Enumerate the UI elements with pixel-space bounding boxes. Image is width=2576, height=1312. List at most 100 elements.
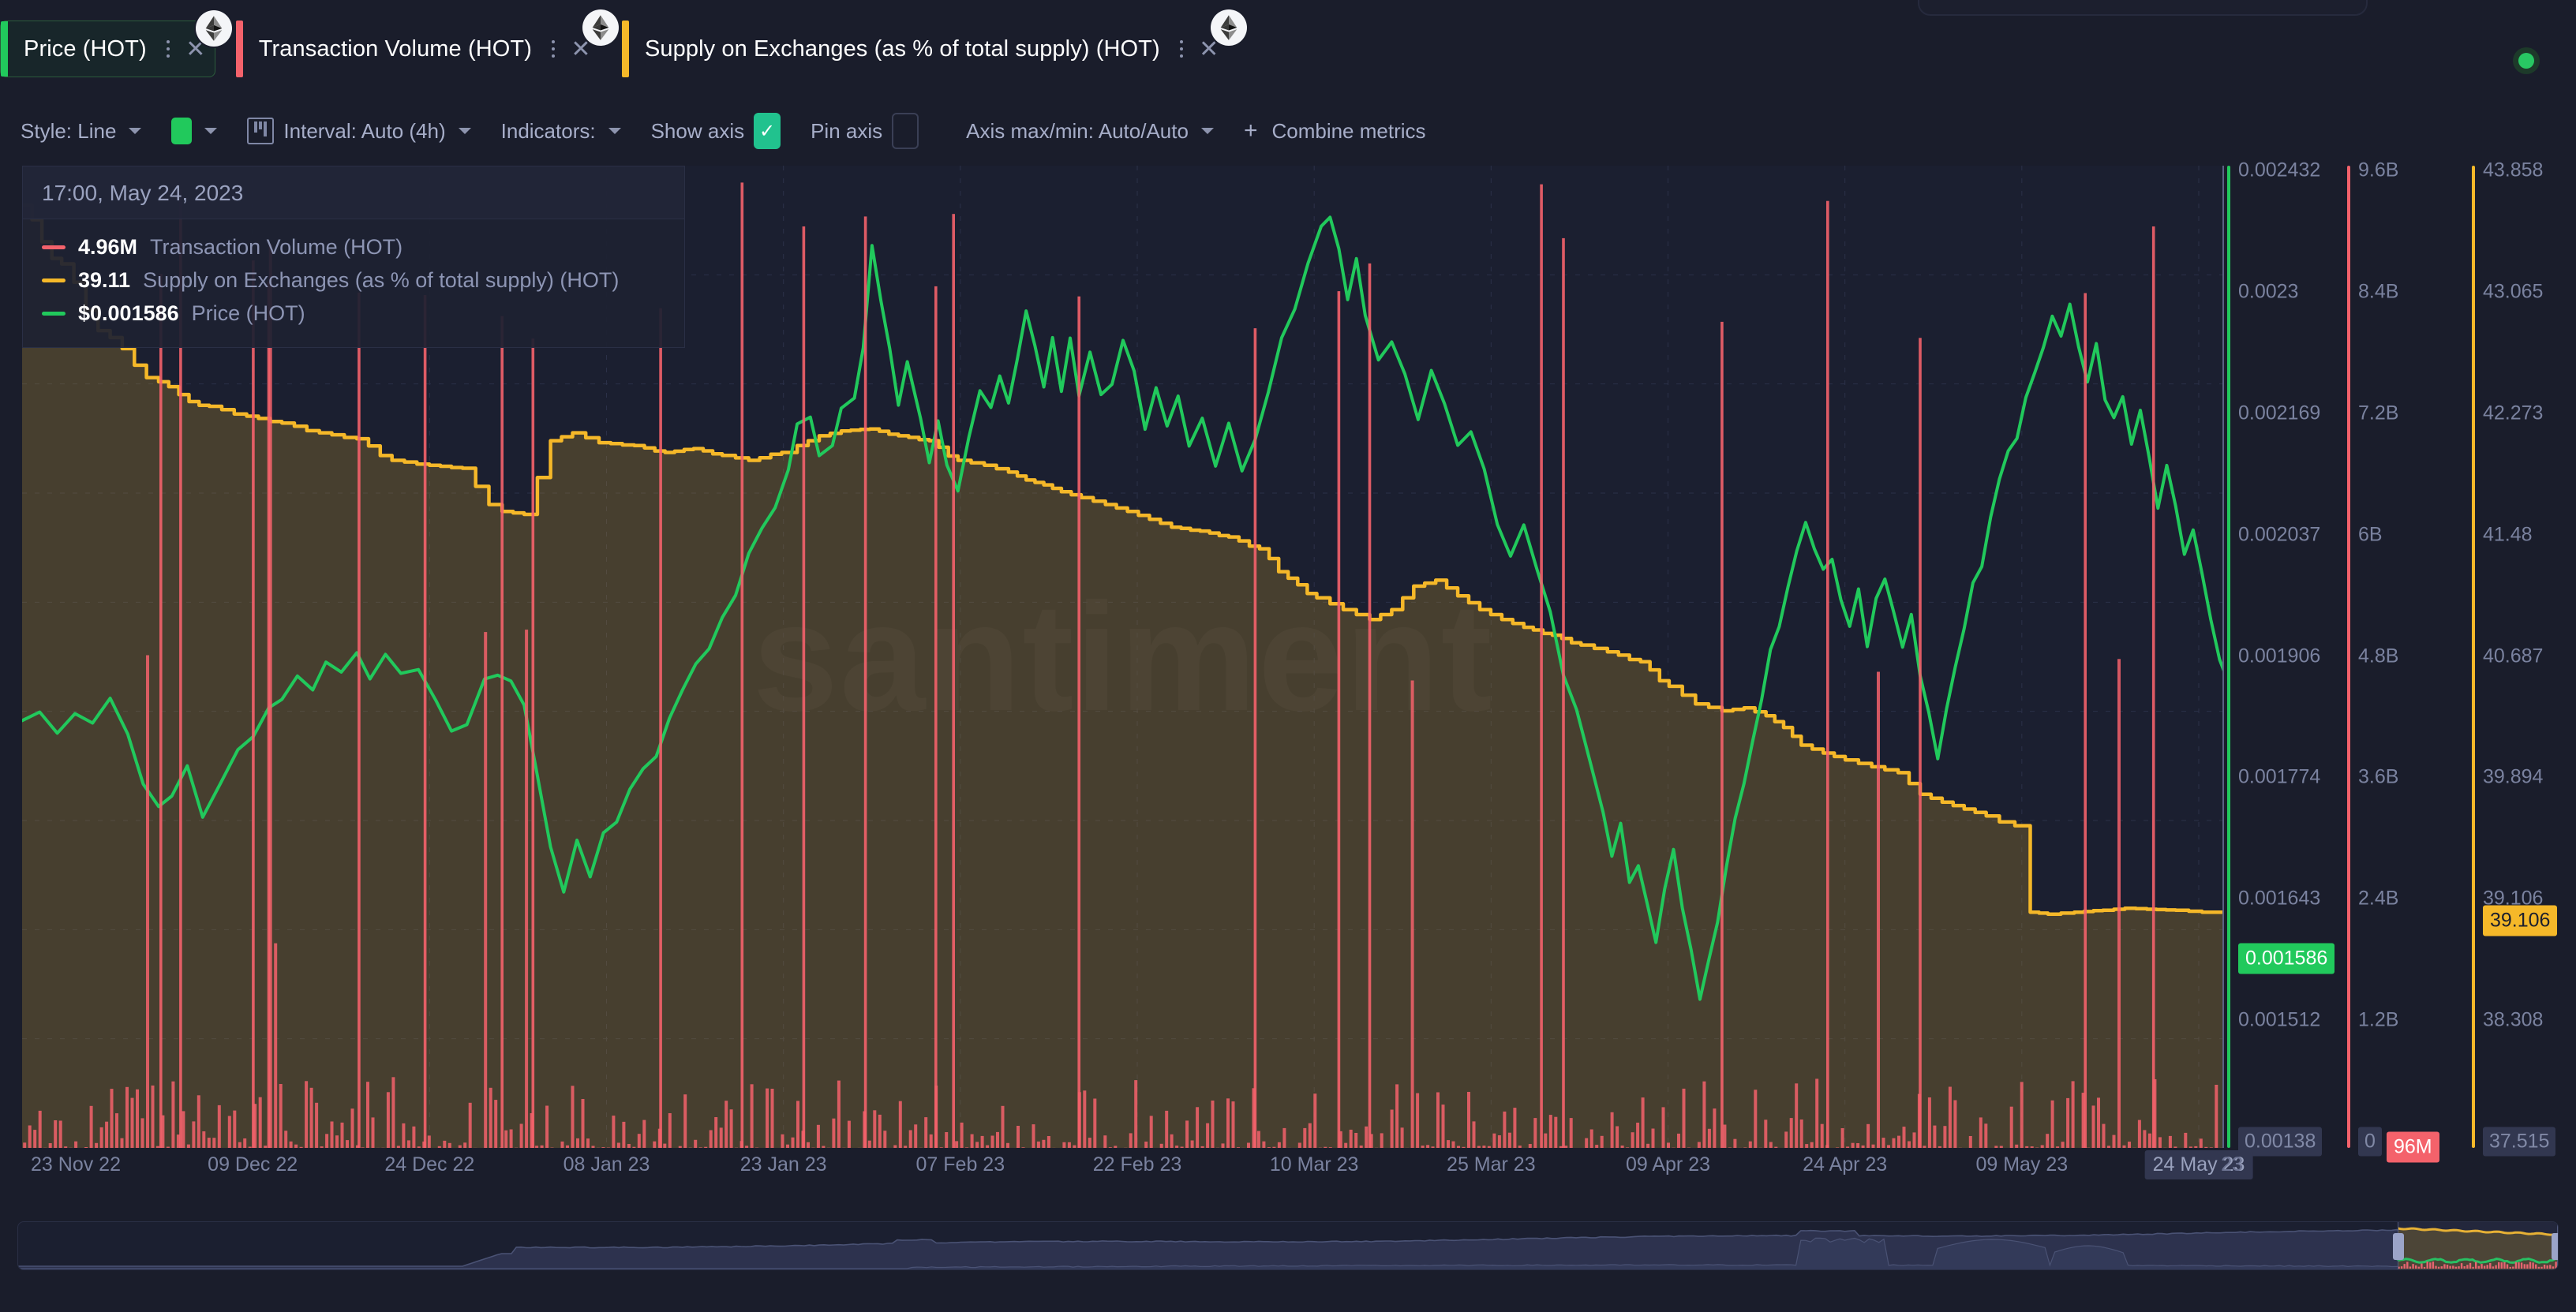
- combine-metrics-label: Combine metrics: [1271, 118, 1426, 143]
- x-axis-labels: 23 Nov 22 09 Dec 22 24 Dec 22 08 Jan 23 23 J…: [22, 1150, 2253, 1190]
- axis-tick: 43.858: [2483, 159, 2544, 181]
- axis-tick: 43.065: [2483, 280, 2544, 303]
- series-color-dash: [42, 278, 66, 282]
- tooltip-row: 39.11 Supply on Exchanges (as % of total …: [42, 264, 665, 297]
- axis-line: [2472, 166, 2475, 1148]
- axis-tick: 4.8B: [2358, 645, 2399, 667]
- crosshair-line: [2222, 166, 2224, 1148]
- axis-current-value-badge: 96M: [2387, 1131, 2439, 1163]
- style-selector[interactable]: Style: Line: [21, 116, 155, 147]
- indicators-label: Indicators:: [500, 118, 596, 143]
- x-axis-tick: 22 Feb 23: [1092, 1153, 1182, 1176]
- combine-metrics-button[interactable]: + Combine metrics: [1244, 114, 1440, 148]
- axis-tick-last: 37.515: [2483, 1127, 2556, 1157]
- tab-2[interactable]: Supply on Exchanges (as % of total suppl…: [621, 9, 1247, 77]
- x-axis-tick: 24 Apr 23: [1803, 1153, 1888, 1176]
- tooltip-series-list: 4.96M Transaction Volume (HOT) 39.11 Supply…: [23, 219, 684, 347]
- style-label: Style: Line: [21, 118, 117, 143]
- color-selector[interactable]: [171, 114, 231, 148]
- kebab-menu-icon[interactable]: [1173, 36, 1190, 62]
- ethereum-icon: [1220, 15, 1237, 40]
- series-name: Transaction Volume (HOT): [150, 234, 403, 259]
- axis-tick: 1.2B: [2358, 1008, 2399, 1031]
- axis-tick: 7.2B: [2358, 402, 2399, 424]
- chevron-down-icon: [458, 128, 471, 134]
- status-dot-icon: [2518, 53, 2534, 69]
- axis-tick: 0.001906: [2238, 645, 2321, 667]
- pin-axis-checkbox[interactable]: [892, 113, 919, 149]
- axis-tick: 0.002432: [2238, 159, 2321, 181]
- series-color-dash: [42, 245, 66, 249]
- chevron-down-icon: [608, 128, 621, 134]
- ethereum-icon: [592, 15, 609, 40]
- axis-tick: 39.894: [2483, 765, 2544, 788]
- x-axis-tick: 09 Dec 22: [208, 1153, 298, 1176]
- chevron-down-icon: [204, 128, 218, 134]
- x-axis-tick: 25 Mar 23: [1447, 1153, 1536, 1176]
- ethereum-icon: [1210, 9, 1247, 46]
- indicators-selector[interactable]: Indicators:: [501, 116, 635, 147]
- collapsed-top-panel: [1918, 0, 2368, 16]
- metric-tab-bar: Price (HOT) ✕ Transaction Volume (HOT) ✕ Sup…: [0, 9, 1250, 77]
- tab-1[interactable]: Transaction Volume (HOT) ✕: [235, 9, 619, 77]
- series-value: 39.11: [78, 267, 131, 292]
- axis-tick: 0.001512: [2238, 1008, 2321, 1031]
- axis-minmax-label: Axis max/min: Auto/Auto: [966, 118, 1189, 143]
- tab-accent-bar: [235, 21, 243, 77]
- x-axis-tick: 09 May 23: [1975, 1153, 2069, 1176]
- show-axis-label: Show axis: [650, 118, 745, 143]
- axis-line: [2227, 166, 2230, 1148]
- axis-tick: 41.48: [2483, 523, 2533, 546]
- x-axis-tick: 07 Feb 23: [915, 1153, 1005, 1176]
- chart-toolbar: Style: Line Interval: Auto (4h) Indicato…: [21, 110, 1456, 151]
- axis-current-value-badge: 0.001586: [2238, 943, 2335, 974]
- axis-minmax-selector[interactable]: Axis max/min: Auto/Auto: [966, 116, 1228, 147]
- tooltip-row: $0.001586 Price (HOT): [42, 297, 665, 330]
- x-axis-tick: 23 Jan 23: [739, 1153, 827, 1176]
- tab-label: Price (HOT): [24, 36, 147, 62]
- x-axis-tick: 23: [2221, 1153, 2243, 1176]
- interval-selector[interactable]: Interval: Auto (4h): [247, 114, 485, 148]
- chart-tooltip: 17:00, May 24, 2023 4.96M Transaction Vol…: [22, 166, 685, 348]
- series-name: Price (HOT): [191, 301, 305, 325]
- axis-tick: 0.001774: [2238, 765, 2321, 788]
- navigator-handle-left[interactable]: [2393, 1233, 2405, 1260]
- tab-label: Supply on Exchanges (as % of total suppl…: [644, 36, 1160, 62]
- axis-tick: 0.002037: [2238, 523, 2321, 546]
- plus-icon: +: [1243, 118, 1258, 144]
- connection-status-indicator: [2513, 47, 2540, 74]
- candlestick-icon: [247, 118, 275, 144]
- navigator-handle-right[interactable]: [2552, 1233, 2558, 1260]
- show-axis-checkbox[interactable]: ✓: [754, 113, 781, 149]
- range-navigator[interactable]: [17, 1221, 2559, 1270]
- x-axis-tick: 23 Nov 22: [31, 1153, 121, 1176]
- series-value: 4.96M: [78, 234, 138, 259]
- axis-tick: 6B: [2358, 523, 2383, 546]
- tooltip-timestamp: 17:00, May 24, 2023: [23, 166, 684, 219]
- color-swatch-icon: [171, 118, 193, 144]
- show-axis-toggle[interactable]: Show axis ✓: [651, 110, 796, 152]
- axis-tick: 40.687: [2483, 645, 2544, 667]
- kebab-menu-icon[interactable]: [545, 36, 562, 62]
- chevron-down-icon: [1200, 128, 1214, 134]
- axis-tick: 3.6B: [2358, 765, 2399, 788]
- x-axis-tick: 24 Dec 22: [384, 1153, 475, 1176]
- chevron-down-icon: [129, 128, 142, 134]
- axis-tick: 9.6B: [2358, 159, 2399, 181]
- tab-accent-bar: [1, 21, 8, 77]
- tooltip-row: 4.96M Transaction Volume (HOT): [42, 230, 665, 264]
- axis-tick: 0.0023: [2238, 280, 2299, 303]
- x-axis-tick: 10 Mar 23: [1269, 1153, 1359, 1176]
- axis-tick: 42.273: [2483, 402, 2544, 424]
- navigator-selection-window[interactable]: [2393, 1222, 2558, 1269]
- series-color-dash: [42, 311, 66, 316]
- axis-tick: 2.4B: [2358, 887, 2399, 910]
- navigator-overview-chart: [18, 1222, 2558, 1269]
- kebab-menu-icon[interactable]: [159, 36, 177, 62]
- pin-axis-toggle[interactable]: Pin axis: [811, 110, 933, 152]
- axis-line: [2347, 166, 2350, 1148]
- tab-0[interactable]: Price (HOT) ✕: [0, 10, 232, 77]
- x-axis-tick: 08 Jan 23: [563, 1153, 650, 1176]
- axis-tick: 38.308: [2483, 1008, 2544, 1031]
- interval-label: Interval: Auto (4h): [283, 118, 446, 143]
